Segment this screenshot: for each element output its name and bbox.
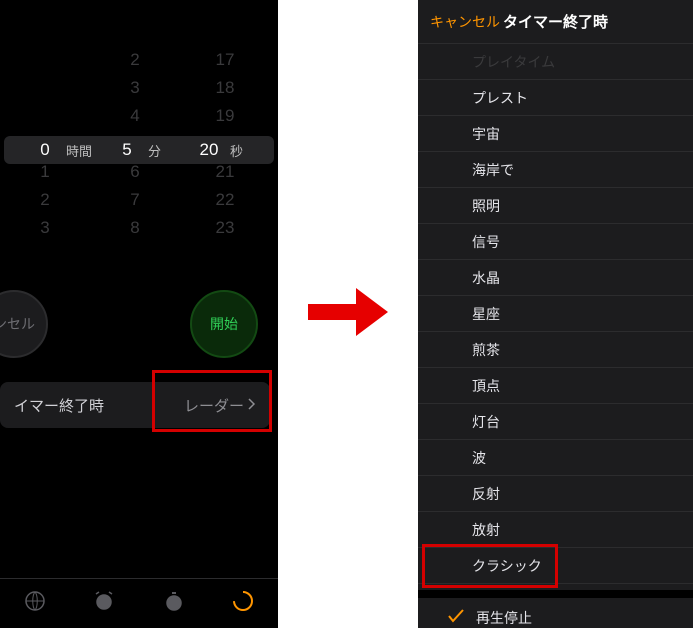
picker-value: 8 xyxy=(100,214,170,242)
start-button-label: 開始 xyxy=(210,314,238,334)
picker-value: 2 xyxy=(100,46,170,74)
sound-option[interactable]: 海岸で xyxy=(418,152,693,188)
sound-option[interactable]: 波 xyxy=(418,440,693,476)
picker-value: 22 xyxy=(190,186,260,214)
when-timer-ends-label: イマー終了時 xyxy=(14,395,104,416)
sound-option[interactable]: 煎茶 xyxy=(418,332,693,368)
sound-option[interactable]: 反射 xyxy=(418,476,693,512)
annotation-highlight-box xyxy=(422,544,558,588)
sound-option[interactable]: 灯台 xyxy=(418,404,693,440)
timer-end-sound-modal: キャンセル タイマー終了時 プレイタイムプレスト宇宙海岸で照明信号水晶星座煎茶頂… xyxy=(418,0,693,628)
sound-option[interactable]: 頂点 xyxy=(418,368,693,404)
sound-option[interactable]: プレイタイム xyxy=(418,44,693,80)
sound-option[interactable]: 信号 xyxy=(418,224,693,260)
sound-option[interactable]: 宇宙 xyxy=(418,116,693,152)
cancel-button[interactable]: ンセル xyxy=(0,290,48,358)
picker-value: 2 xyxy=(10,186,80,214)
sound-option[interactable]: 星座 xyxy=(418,296,693,332)
cancel-button-label: ンセル xyxy=(0,314,35,334)
sound-option[interactable]: 放射 xyxy=(418,512,693,548)
arrow-right-icon xyxy=(304,284,392,345)
sound-option[interactable]: プレスト xyxy=(418,80,693,116)
picker-value: 3 xyxy=(10,214,80,242)
timer-screen: 1 2 3 2 3 4 6 7 8 17 18 19 21 22 23 0 時間… xyxy=(0,0,278,628)
modal-cancel-button[interactable]: キャンセル xyxy=(430,12,500,32)
picker-value: 4 xyxy=(100,102,170,130)
stop-playing-option[interactable]: 再生停止 xyxy=(418,590,693,628)
picker-value xyxy=(10,74,80,102)
stopwatch-tab-icon[interactable] xyxy=(162,589,186,618)
tab-bar xyxy=(0,578,278,628)
sound-option[interactable]: 照明 xyxy=(418,188,693,224)
time-picker[interactable]: 1 2 3 2 3 4 6 7 8 17 18 19 21 22 23 0 時間… xyxy=(0,46,278,206)
check-icon xyxy=(448,609,464,626)
sound-option[interactable]: 水晶 xyxy=(418,260,693,296)
annotation-highlight-box xyxy=(152,370,272,432)
alarm-tab-icon[interactable] xyxy=(92,589,116,618)
picker-value: 17 xyxy=(190,46,260,74)
modal-title: タイマー終了時 xyxy=(503,11,608,32)
sound-list[interactable]: プレイタイムプレスト宇宙海岸で照明信号水晶星座煎茶頂点灯台波反射放射クラシック再… xyxy=(418,44,693,628)
modal-header: キャンセル タイマー終了時 xyxy=(418,0,693,44)
picker-value: 7 xyxy=(100,186,170,214)
picker-value: 23 xyxy=(190,214,260,242)
picker-value: 19 xyxy=(190,102,260,130)
timer-tab-icon[interactable] xyxy=(231,589,255,618)
world-clock-tab-icon[interactable] xyxy=(23,589,47,618)
picker-value xyxy=(10,46,80,74)
transition-arrow-panel xyxy=(278,0,418,628)
picker-selected-row: 0 時間 5 分 20 秒 xyxy=(0,136,278,164)
stop-playing-label: 再生停止 xyxy=(476,608,532,628)
picker-value xyxy=(10,102,80,130)
picker-value: 3 xyxy=(100,74,170,102)
picker-value: 18 xyxy=(190,74,260,102)
picker-unit-seconds: 秒 xyxy=(230,141,264,160)
start-button[interactable]: 開始 xyxy=(190,290,258,358)
